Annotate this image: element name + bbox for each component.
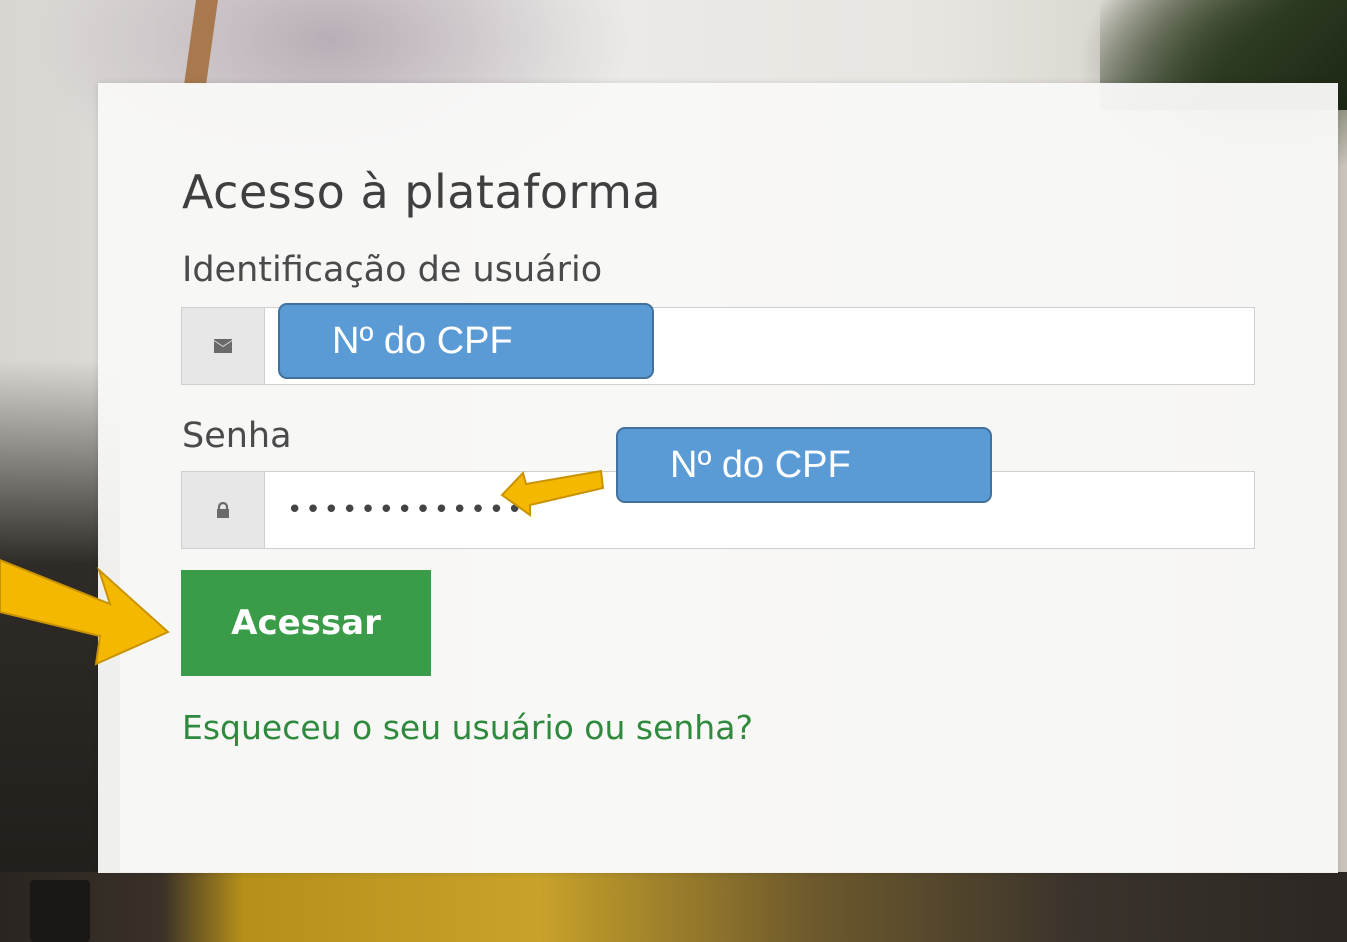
- background-watch: [30, 880, 90, 942]
- login-button[interactable]: Acessar: [181, 570, 431, 676]
- envelope-icon: [182, 308, 265, 384]
- password-label: Senha: [182, 416, 292, 456]
- username-label: Identificação de usuário: [182, 250, 603, 290]
- background-sweater: [0, 872, 1347, 942]
- username-callout: Nº do CPF: [278, 303, 654, 379]
- lock-icon: [182, 472, 265, 548]
- login-title: Acesso à plataforma: [182, 165, 662, 219]
- forgot-password-link[interactable]: Esqueceu o seu usuário ou senha?: [182, 708, 753, 747]
- password-callout: Nº do CPF: [616, 427, 992, 503]
